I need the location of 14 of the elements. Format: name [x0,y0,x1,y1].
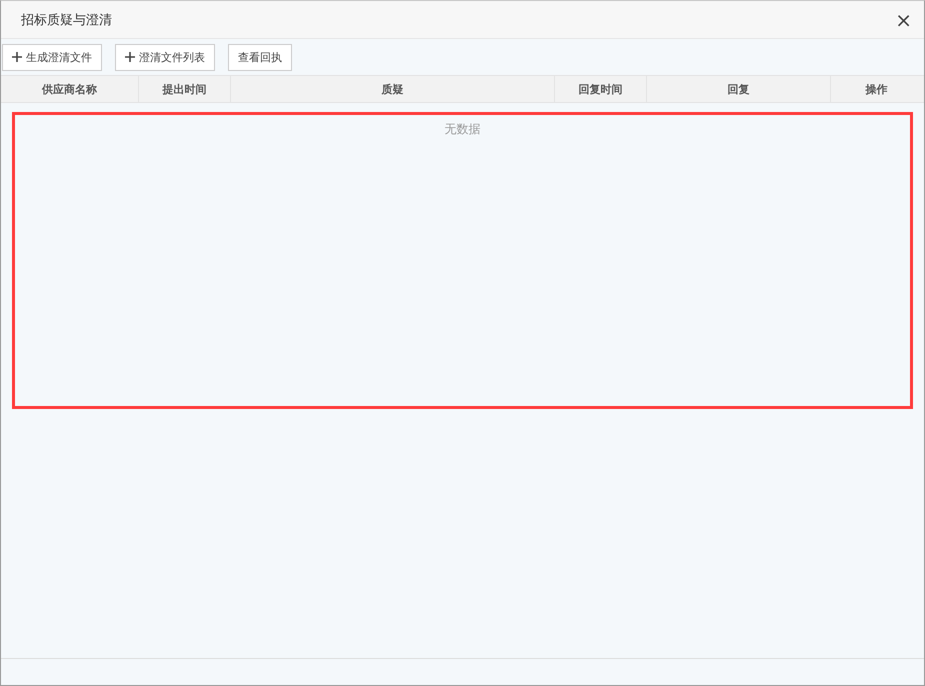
column-header[interactable]: 回复时间 [555,76,647,102]
column-header[interactable]: 回复 [647,76,831,102]
plus-icon [12,52,22,62]
empty-message: 无数据 [444,121,482,138]
toolbar-button[interactable]: 生成澄清文件 [2,44,102,70]
column-header[interactable]: 质疑 [231,76,555,102]
column-header[interactable]: 操作 [831,76,922,102]
plus-icon [125,52,135,62]
column-header[interactable]: 提出时间 [139,76,231,102]
column-header[interactable]: 供应商名称 [1,76,139,102]
toolbar-button[interactable]: 查看回执 [228,44,292,70]
toolbar-button[interactable]: 澄清文件列表 [115,44,215,70]
window-title: 招标质疑与澄清 [21,12,112,28]
close-button[interactable]: × [893,10,914,30]
